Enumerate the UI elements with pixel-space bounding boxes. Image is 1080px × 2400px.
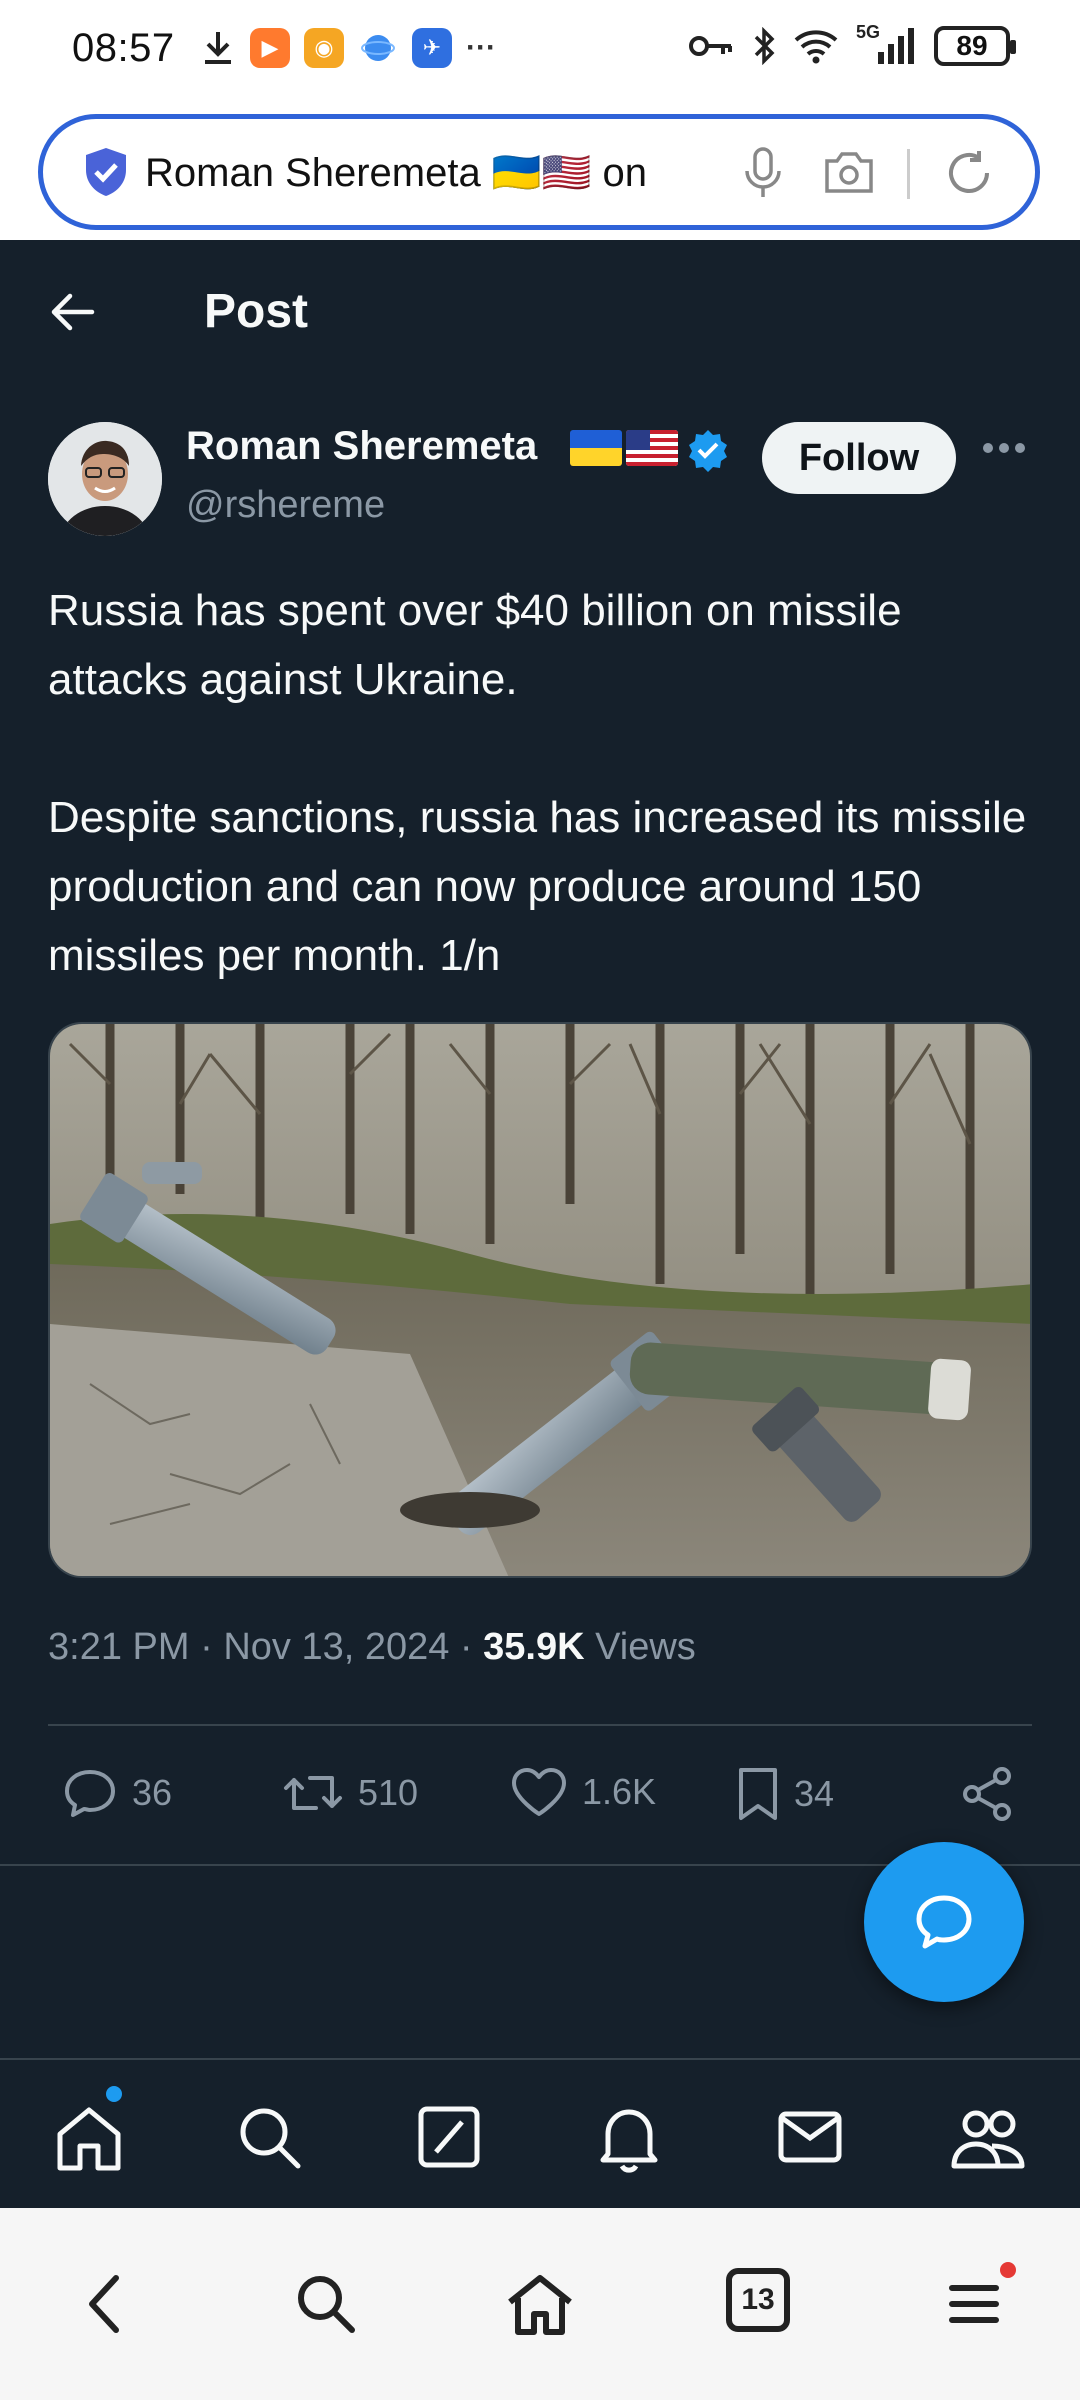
- browser-search-icon[interactable]: [294, 2272, 358, 2336]
- notifications-icon[interactable]: [596, 2104, 662, 2174]
- messenger-app-icon: ✈: [412, 28, 452, 68]
- heart-icon: [512, 1768, 566, 1816]
- browser-home-icon[interactable]: [504, 2272, 576, 2338]
- views-label: Views: [595, 1626, 696, 1668]
- browser-app-icon: [358, 28, 398, 68]
- more-options-icon[interactable]: [980, 440, 1028, 456]
- weibo-icon: ◉: [304, 28, 344, 68]
- tweet-media-image[interactable]: [48, 1022, 1032, 1578]
- cellular-signal-icon: 5G: [856, 22, 916, 66]
- battery-indicator: 89: [934, 26, 1016, 66]
- tweet-time[interactable]: 3:21 PM: [48, 1626, 190, 1668]
- messages-icon[interactable]: [776, 2104, 844, 2170]
- meta-separator: ·: [449, 1626, 484, 1668]
- follow-button[interactable]: Follow: [762, 422, 956, 494]
- browser-toolbar: Roman Sheremeta 🇺🇦🇺🇸 on: [0, 100, 1080, 240]
- home-notification-dot: [106, 2086, 122, 2102]
- bluetooth-icon: [754, 27, 775, 65]
- author-handle[interactable]: @rshereme: [186, 484, 385, 527]
- avatar[interactable]: [48, 422, 162, 536]
- repost-icon: [284, 1776, 342, 1810]
- bookmark-button[interactable]: 34: [736, 1766, 834, 1822]
- bookmark-icon: [739, 1768, 777, 1820]
- tabs-count-button[interactable]: 13: [726, 2268, 790, 2332]
- key-icon: [689, 36, 732, 56]
- camera-icon[interactable]: [821, 147, 877, 197]
- usa-flag-icon: [626, 430, 678, 466]
- back-arrow-icon[interactable]: [48, 290, 96, 334]
- browser-menu-icon[interactable]: [946, 2272, 1002, 2336]
- compose-reply-fab[interactable]: [864, 1842, 1024, 2002]
- communities-icon[interactable]: [950, 2104, 1026, 2174]
- ukraine-flag-icon: [570, 430, 622, 466]
- search-icon[interactable]: [236, 2104, 302, 2170]
- post-header: Post: [0, 240, 1080, 386]
- meta-separator: ·: [189, 1626, 224, 1668]
- reply-count: 36: [132, 1772, 173, 1813]
- grok-icon[interactable]: [416, 2104, 482, 2170]
- views-count: 35.9K: [483, 1626, 585, 1668]
- author-name[interactable]: Roman Sheremeta: [186, 424, 537, 469]
- verified-badge-icon: [689, 430, 727, 472]
- status-time: 08:57: [72, 26, 175, 70]
- shield-icon: [86, 148, 126, 196]
- tweet-date[interactable]: Nov 13, 2024: [223, 1626, 449, 1668]
- repost-count: 510: [358, 1772, 419, 1813]
- address-bar[interactable]: Roman Sheremeta 🇺🇦🇺🇸 on: [38, 114, 1040, 230]
- tweet-paragraph: Despite sanctions, russia has increased …: [48, 793, 1027, 980]
- reply-icon: [65, 1770, 115, 1817]
- notification-icons: ▶ ◉ ✈ ···: [200, 28, 496, 68]
- browser-bottom-bar: 13: [0, 2208, 1080, 2400]
- tweet-body: Russia has spent over $40 billion on mis…: [48, 576, 1038, 990]
- like-count: 1.6K: [582, 1771, 657, 1812]
- browser-back-icon[interactable]: [84, 2272, 124, 2336]
- tweet-paragraph: Russia has spent over $40 billion on mis…: [48, 586, 902, 704]
- system-icons: 5G 89: [688, 22, 1016, 66]
- divider: [48, 1724, 1032, 1726]
- address-bar-divider: [907, 149, 910, 199]
- repost-button[interactable]: 510: [282, 1766, 418, 1820]
- address-text[interactable]: Roman Sheremeta 🇺🇦🇺🇸 on: [145, 149, 685, 196]
- reload-icon[interactable]: [943, 147, 995, 199]
- more-notifications-icon: ···: [466, 31, 496, 64]
- page-title: Post: [204, 285, 309, 338]
- mic-icon[interactable]: [743, 147, 783, 199]
- reply-bubble-icon: [916, 1895, 972, 1949]
- status-bar: 08:57 ▶ ◉ ✈ ··· 5G 89: [0, 0, 1080, 100]
- menu-notification-dot: [1000, 2262, 1016, 2278]
- wifi-icon: [794, 30, 838, 64]
- home-icon[interactable]: [54, 2104, 124, 2174]
- share-icon: [963, 1767, 1011, 1821]
- video-app-icon: ▶: [250, 28, 290, 68]
- reply-button[interactable]: 36: [62, 1766, 172, 1820]
- share-button[interactable]: [960, 1766, 1014, 1822]
- author-flags: [570, 430, 678, 466]
- bookmark-count: 34: [794, 1773, 835, 1814]
- tweet-meta: 3:21 PM · Nov 13, 2024 · 35.9K Views: [48, 1626, 696, 1669]
- app-bottom-nav: [0, 2058, 1080, 2208]
- download-icon: [205, 32, 231, 64]
- like-button[interactable]: 1.6K: [510, 1766, 656, 1818]
